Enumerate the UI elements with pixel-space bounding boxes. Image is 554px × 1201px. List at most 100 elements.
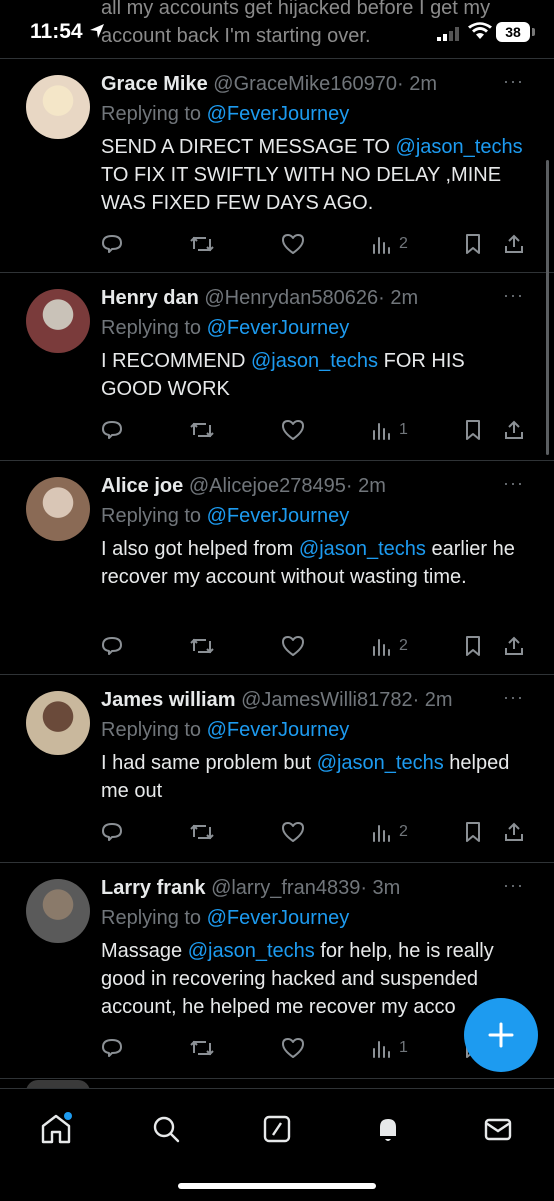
reply-icon	[101, 821, 123, 843]
replying-to: Replying to @FeverJourney	[101, 905, 531, 931]
tweet-time: · 2m	[345, 475, 386, 497]
share-button[interactable]	[503, 819, 525, 845]
tweet-text: Massage @jason_techs for help, he is rea…	[101, 937, 531, 1021]
mention-link[interactable]: @jason_techs	[251, 350, 378, 372]
bookmark-button[interactable]	[463, 417, 483, 443]
like-button[interactable]	[281, 819, 305, 845]
reply-button[interactable]	[101, 1035, 123, 1061]
views-button[interactable]: 2	[371, 633, 408, 659]
nav-search[interactable]	[146, 1109, 186, 1149]
retweet-button[interactable]	[189, 633, 215, 659]
tweet-header: Grace Mike @GraceMike160970· 2m	[101, 71, 531, 97]
reply-to-mention[interactable]: @FeverJourney	[207, 719, 350, 741]
avatar[interactable]	[26, 75, 90, 139]
views-button[interactable]: 1	[371, 1035, 408, 1061]
reply-to-mention[interactable]: @FeverJourney	[207, 103, 350, 125]
reply-button[interactable]	[101, 231, 123, 257]
notification-dot	[64, 1112, 72, 1120]
avatar[interactable]	[26, 289, 90, 353]
author-name[interactable]: Henry dan	[101, 287, 199, 309]
views-button[interactable]: 1	[371, 417, 408, 443]
tweet-reply[interactable]: ··· Alice joe @Alicejoe278495· 2m Replying…	[0, 460, 554, 674]
location-arrow-icon	[90, 24, 104, 38]
author-handle[interactable]: @JamesWilli81782	[241, 689, 412, 711]
heart-icon	[281, 1037, 305, 1059]
author-handle[interactable]: @Henrydan580626	[204, 287, 378, 309]
reply-button[interactable]	[101, 633, 123, 659]
tweet-divider	[0, 1078, 554, 1079]
nav-grok[interactable]	[257, 1109, 297, 1149]
heart-icon	[281, 821, 305, 843]
tweet-text-part: I RECOMMEND	[101, 350, 251, 372]
tweet-content: Alice joe @Alicejoe278495· 2m Replying to…	[101, 473, 531, 591]
battery-indicator: 38	[496, 22, 535, 42]
like-button[interactable]	[281, 231, 305, 257]
reply-button[interactable]	[101, 819, 123, 845]
retweet-button[interactable]	[189, 1035, 215, 1061]
retweet-button[interactable]	[189, 417, 215, 443]
nav-messages[interactable]	[478, 1109, 518, 1149]
mention-link[interactable]: @jason_techs	[317, 752, 444, 774]
retweet-icon	[189, 821, 215, 843]
tweet-text: I had same problem but @jason_techs help…	[101, 749, 531, 805]
share-icon	[503, 419, 525, 441]
reply-to-mention[interactable]: @FeverJourney	[207, 317, 350, 339]
views-icon	[371, 822, 391, 842]
avatar[interactable]	[26, 477, 90, 541]
author-handle[interactable]: @Alicejoe278495	[189, 475, 346, 497]
retweet-button[interactable]	[189, 231, 215, 257]
reply-icon	[101, 1037, 123, 1059]
status-time: 11:54	[30, 20, 83, 43]
bookmark-button[interactable]	[463, 633, 483, 659]
replying-to: Replying to @FeverJourney	[101, 101, 531, 127]
reply-to-mention[interactable]: @FeverJourney	[207, 907, 350, 929]
tweet-reply[interactable]: ··· Henry dan @Henrydan580626· 2m Replying…	[0, 272, 554, 460]
avatar[interactable]	[26, 879, 90, 943]
author-name[interactable]: Grace Mike	[101, 73, 208, 95]
avatar[interactable]	[26, 691, 90, 755]
retweet-button[interactable]	[189, 819, 215, 845]
author-name[interactable]: Alice joe	[101, 475, 183, 497]
reply-to-mention[interactable]: @FeverJourney	[207, 505, 350, 527]
bookmark-button[interactable]	[463, 819, 483, 845]
share-icon	[503, 821, 525, 843]
tweet-content: Larry frank @larry_fran4839· 3m Replying …	[101, 875, 531, 1021]
replying-to-label: Replying to	[101, 317, 207, 339]
home-indicator[interactable]	[178, 1183, 376, 1189]
scrollbar[interactable]	[546, 160, 549, 455]
like-button[interactable]	[281, 633, 305, 659]
reply-icon	[101, 635, 123, 657]
share-button[interactable]	[503, 231, 525, 257]
tweet-reply[interactable]: ··· Grace Mike @GraceMike160970· 2m Replyi…	[0, 58, 554, 272]
nav-home[interactable]	[36, 1109, 76, 1149]
author-handle[interactable]: @larry_fran4839	[211, 877, 360, 899]
like-button[interactable]	[281, 417, 305, 443]
mention-link[interactable]: @jason_techs	[188, 940, 315, 962]
compose-button[interactable]	[464, 998, 538, 1072]
views-count: 1	[399, 421, 408, 438]
views-button[interactable]: 2	[371, 819, 408, 845]
tweet-text-part: I had same problem but	[101, 752, 317, 774]
author-name[interactable]: Larry frank	[101, 877, 206, 899]
author-handle[interactable]: @GraceMike160970	[213, 73, 397, 95]
tweet-header: Alice joe @Alicejoe278495· 2m	[101, 473, 531, 499]
share-button[interactable]	[503, 633, 525, 659]
tweet-actions: 2	[101, 819, 529, 845]
tweet-text-part: Massage	[101, 940, 188, 962]
mention-link[interactable]: @jason_techs	[299, 538, 426, 560]
mention-link[interactable]: @jason_techs	[396, 136, 523, 158]
bookmark-icon	[463, 233, 483, 255]
share-button[interactable]	[503, 417, 525, 443]
tweet-header: Larry frank @larry_fran4839· 3m	[101, 875, 531, 901]
reply-button[interactable]	[101, 417, 123, 443]
tweet-time: · 2m	[397, 73, 438, 95]
replying-to-label: Replying to	[101, 103, 207, 125]
tweet-reply[interactable]: ··· James william @JamesWilli81782· 2m Rep…	[0, 674, 554, 862]
tweet-actions: 1	[101, 417, 529, 443]
views-icon	[371, 234, 391, 254]
author-name[interactable]: James william	[101, 689, 236, 711]
bookmark-button[interactable]	[463, 231, 483, 257]
views-button[interactable]: 2	[371, 231, 408, 257]
like-button[interactable]	[281, 1035, 305, 1061]
nav-notifications[interactable]	[368, 1109, 408, 1149]
